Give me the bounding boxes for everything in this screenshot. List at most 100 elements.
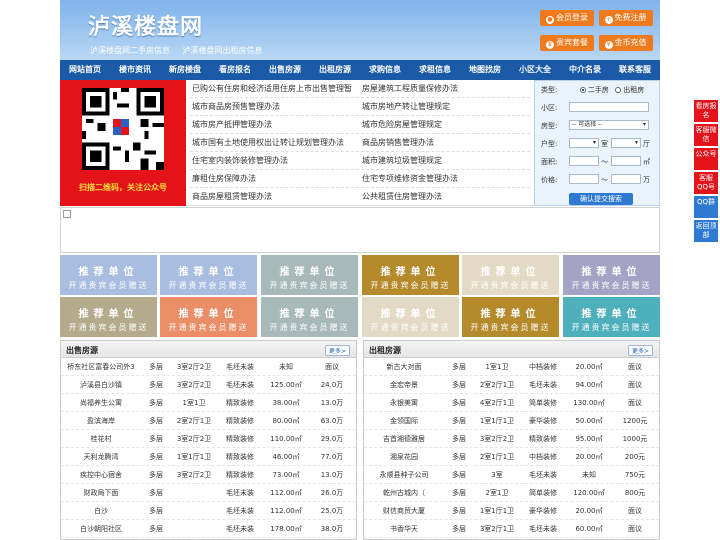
price-max-input[interactable] (611, 174, 641, 184)
nav-contact[interactable]: 联系客服 (610, 60, 660, 80)
coin-recharge-button[interactable]: ¥ 金币充值 (598, 35, 653, 51)
community-input[interactable] (569, 102, 649, 112)
recommend-tile[interactable]: 推荐单位 开通贵宾会员赠送 (462, 297, 559, 337)
table-row[interactable]: 桂花村 多层 3室2厅2卫 精致装修 110.00㎡ 29.0万 (61, 430, 356, 448)
news-link[interactable]: 住宅室内装饰装修管理办法 (190, 152, 360, 169)
nav-news[interactable]: 楼市资讯 (110, 60, 160, 80)
listing-community[interactable]: 疾控中心宿舍 (61, 466, 141, 483)
vip-package-button[interactable]: ♛ 贵宾套餐 (540, 35, 594, 51)
recommend-tile[interactable]: 推荐单位 开通贵宾会员赠送 (563, 255, 660, 295)
table-row[interactable]: 桥东社区富春公司外3 多层 3室2厅2卫 毛坯未装 未知 面议 (61, 358, 356, 376)
rooms-select[interactable]: ▾ (569, 138, 599, 148)
listing-community[interactable]: 永顺县种子公司 (364, 466, 444, 483)
side-service-wechat[interactable]: 客服微信 (694, 124, 718, 146)
news-link[interactable]: 公共租赁住房管理办法 (360, 188, 530, 205)
nav-for-sale[interactable]: 出售房源 (260, 60, 310, 80)
listing-community[interactable]: 金宏帝景 (364, 376, 444, 393)
listing-community[interactable]: 新古大对面 (364, 358, 444, 375)
area-min-input[interactable] (569, 156, 599, 166)
free-register-button[interactable]: + 免费注册 (598, 10, 653, 26)
sale-more-button[interactable]: 更多> (324, 345, 350, 356)
listing-community[interactable]: 财信商贸大厦 (364, 502, 444, 519)
news-link[interactable]: 商品房销售管理办法 (360, 134, 530, 151)
table-row[interactable]: 乾州古城内（ 多层 2室1卫 简单装修 120.00㎡ 800元 (364, 484, 659, 502)
table-row[interactable]: 天利龙腾湾 多层 1室1厅1卫 精致装修 46.00㎡ 77.0万 (61, 448, 356, 466)
table-row[interactable]: 金宏帝景 多层 2室2厅1卫 毛坯未装 94.00㎡ 面议 (364, 376, 659, 394)
search-submit-button[interactable]: 确认提交搜索 (569, 193, 633, 205)
nav-for-rent[interactable]: 出租房源 (310, 60, 360, 80)
nav-new-homes[interactable]: 新房楼盘 (160, 60, 210, 80)
news-link[interactable]: 城市房地产转让管理规定 (360, 98, 530, 115)
recommend-tile[interactable]: 推荐单位 开通贵宾会员赠送 (60, 297, 157, 337)
site-logo[interactable]: 泸溪楼盘网 (88, 9, 203, 41)
table-row[interactable]: 永顺县种子公司 多层 3室 毛坯未装 未知 750元 (364, 466, 659, 484)
nav-wanted-rent[interactable]: 求租信息 (410, 60, 460, 80)
news-link[interactable]: 商品房屋租赁管理办法 (190, 188, 360, 205)
recommend-tile[interactable]: 推荐单位 开通贵宾会员赠送 (60, 255, 157, 295)
listing-community[interactable]: 盈滨海岸 (61, 412, 141, 429)
recommend-tile[interactable]: 推荐单位 开通贵宾会员赠送 (462, 255, 559, 295)
side-official-account[interactable]: 公众号 (694, 148, 718, 170)
side-back-to-top[interactable]: 返回顶部 (694, 220, 718, 242)
listing-community[interactable]: 湘泉花园 (364, 448, 444, 465)
listing-community[interactable]: 乾州古城内（ (364, 484, 444, 501)
news-link[interactable]: 廉租住房保障办法 (190, 170, 360, 187)
listing-community[interactable]: 泸溪县白沙镇 (61, 376, 141, 393)
recommend-tile[interactable]: 推荐单位 开通贵宾会员赠送 (160, 255, 257, 295)
listing-community[interactable]: 金领国际 (364, 412, 444, 429)
news-link[interactable]: 已购公有住房和经济适用住房上市出售管理暂 (190, 80, 360, 97)
table-row[interactable]: 白沙朝阳社区 多层 毛坯未装 178.00㎡ 38.0万 (61, 520, 356, 538)
price-min-input[interactable] (569, 174, 599, 184)
table-row[interactable]: 盈滨海岸 多层 2室2厅1卫 精致装修 80.00㎡ 63.0万 (61, 412, 356, 430)
listing-community[interactable]: 永银美寓 (364, 394, 444, 411)
recommend-tile[interactable]: 推荐单位 开通贵宾会员赠送 (362, 297, 459, 337)
news-link[interactable]: 城市危险房屋管理规定 (360, 116, 530, 133)
recommend-tile[interactable]: 推荐单位 开通贵宾会员赠送 (160, 297, 257, 337)
listing-community[interactable]: 天利龙腾湾 (61, 448, 141, 465)
nav-communities[interactable]: 小区大全 (510, 60, 560, 80)
table-row[interactable]: 泸溪县白沙镇 多层 3室2厅2卫 毛坯未装 125.00㎡ 24.0万 (61, 376, 356, 394)
news-link[interactable]: 城市房产抵押管理办法 (190, 116, 360, 133)
side-viewing-signup[interactable]: 看房报名 (694, 100, 718, 122)
rent-more-button[interactable]: 更多> (627, 345, 653, 356)
recommend-tile[interactable]: 推荐单位 开通贵宾会员赠送 (362, 255, 459, 295)
table-row[interactable]: 财信商贸大厦 多层 1室1厅1卫 豪华装修 20.00㎡ 面议 (364, 502, 659, 520)
news-link[interactable]: 房屋建筑工程质量保修办法 (360, 80, 530, 97)
ad-banner[interactable] (60, 207, 660, 253)
listing-community[interactable]: 桂花村 (61, 430, 141, 447)
nav-home[interactable]: 网站首页 (60, 60, 110, 80)
news-link[interactable]: 城市国有土地使用权出让转让规划管理办法 (190, 134, 360, 151)
table-row[interactable]: 疾控中心宿舍 多层 3室2厅2卫 精致装修 73.00㎡ 13.0万 (61, 466, 356, 484)
listing-community[interactable]: 尚福养生公寓 (61, 394, 141, 411)
nav-viewing-signup[interactable]: 看房报名 (210, 60, 260, 80)
news-link[interactable]: 城市建筑垃圾管理规定 (360, 152, 530, 169)
listing-community[interactable]: 白沙朝阳社区 (61, 520, 141, 537)
area-max-input[interactable] (611, 156, 641, 166)
news-link[interactable]: 城市商品房预售管理办法 (190, 98, 360, 115)
side-service-qq[interactable]: 客服QQ号 (694, 172, 718, 194)
type-secondhand-radio[interactable]: 二手房 (579, 86, 609, 94)
nav-wanted-buy[interactable]: 求购信息 (360, 60, 410, 80)
listing-community[interactable]: 白沙 (61, 502, 141, 519)
side-qq-group[interactable]: QQ群 (694, 196, 718, 218)
table-row[interactable]: 新古大对面 多层 1室1卫 中档装修 20.00㎡ 面议 (364, 358, 659, 376)
table-row[interactable]: 尚福养生公寓 多层 1室1卫 精致装修 38.00㎡ 13.0万 (61, 394, 356, 412)
table-row[interactable]: 财政局下面 多层 毛坯未装 112.00㎡ 26.0万 (61, 484, 356, 502)
halls-select[interactable]: ▾ (611, 138, 641, 148)
table-row[interactable]: 书香华天 多层 3室2厅1卫 毛坯未装 60.00㎡ 面议 (364, 520, 659, 538)
type-rental-radio[interactable]: 出租房 (615, 86, 644, 94)
house-type-select[interactable]: -- 可选择 -- ▾ (569, 120, 649, 130)
table-row[interactable]: 永银美寓 多层 4室2厅1卫 简单装修 130.00㎡ 面议 (364, 394, 659, 412)
recommend-tile[interactable]: 推荐单位 开通贵宾会员赠送 (261, 297, 358, 337)
table-row[interactable]: 湘泉花园 多层 2室1厅1卫 中档装修 20.00㎡ 200元 (364, 448, 659, 466)
table-row[interactable]: 白沙 多层 毛坯未装 112.00㎡ 25.0万 (61, 502, 356, 520)
listing-community[interactable]: 财政局下面 (61, 484, 141, 501)
listing-community[interactable]: 桥东社区富春公司外3 (61, 358, 141, 375)
recommend-tile[interactable]: 推荐单位 开通贵宾会员赠送 (563, 297, 660, 337)
listing-community[interactable]: 吉首湘德雅居 (364, 430, 444, 447)
news-link[interactable]: 住宅专项维修资金管理办法 (360, 170, 530, 187)
recommend-tile[interactable]: 推荐单位 开通贵宾会员赠送 (261, 255, 358, 295)
table-row[interactable]: 吉首湘德雅居 多层 3室2厅2卫 精致装修 95.00㎡ 1000元 (364, 430, 659, 448)
table-row[interactable]: 金领国际 多层 1室1厅1卫 豪华装修 50.00㎡ 1200元 (364, 412, 659, 430)
listing-community[interactable]: 书香华天 (364, 520, 444, 537)
